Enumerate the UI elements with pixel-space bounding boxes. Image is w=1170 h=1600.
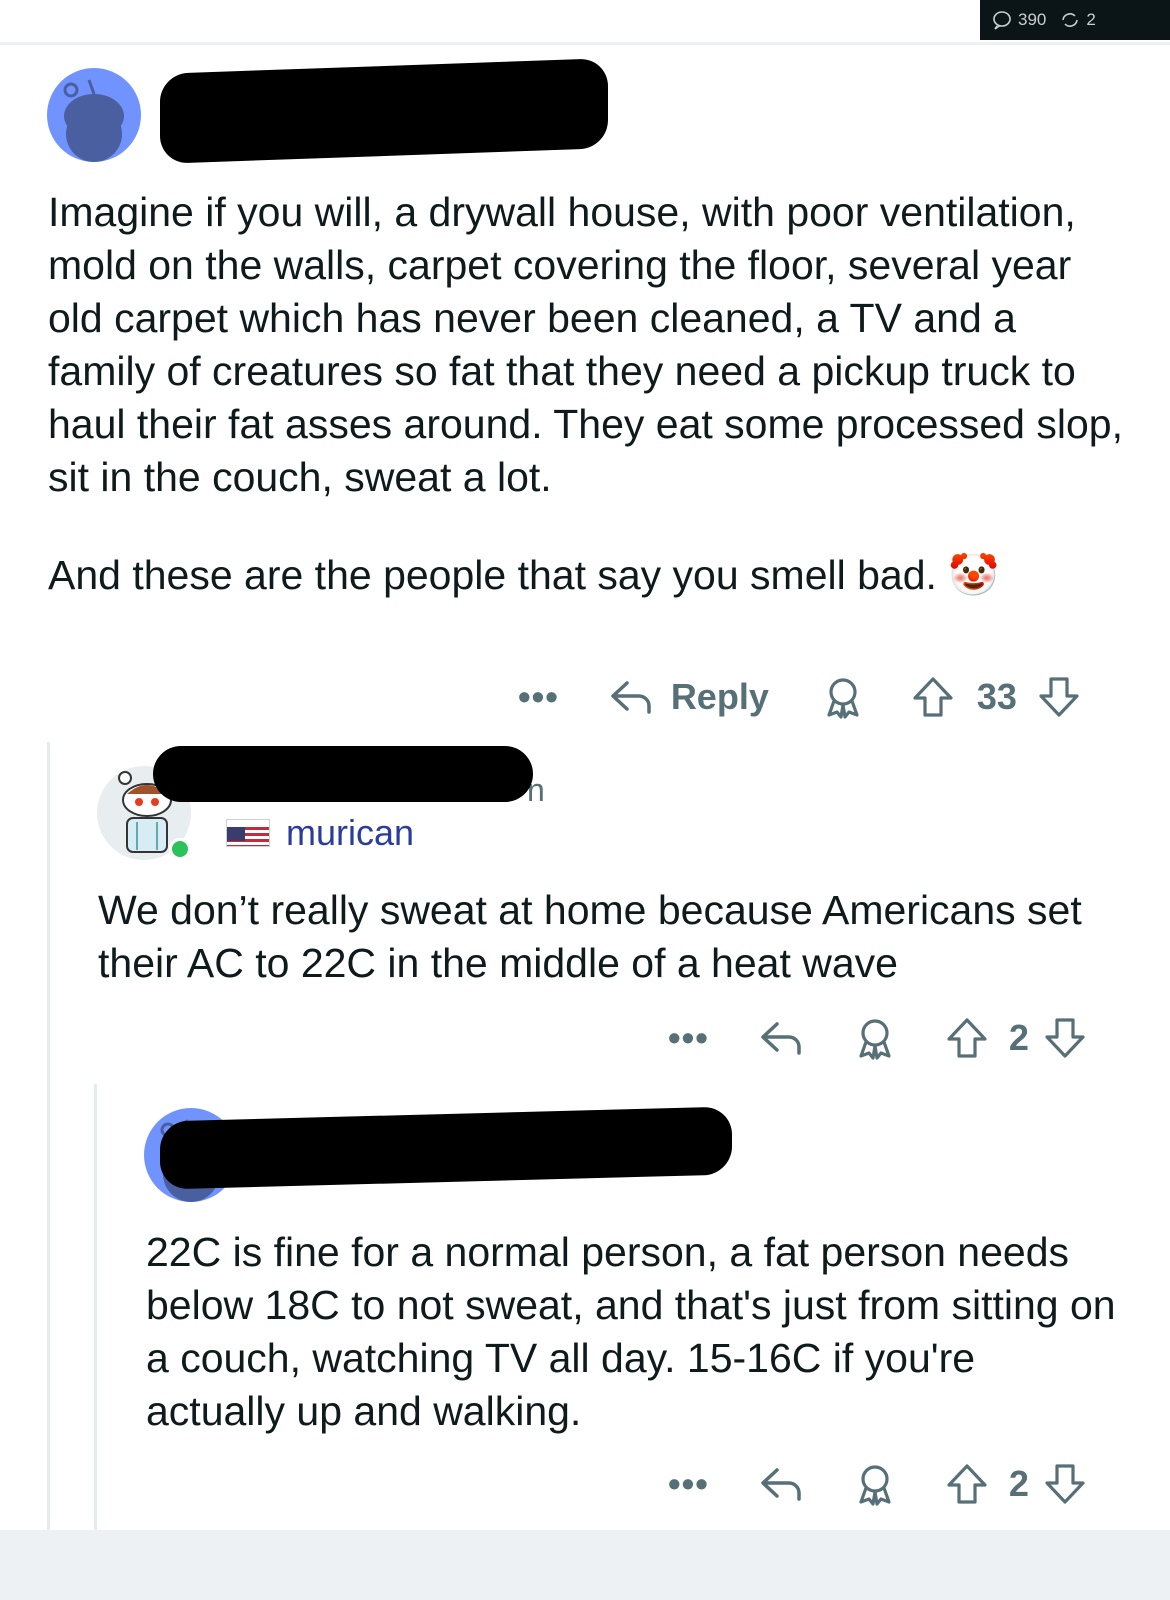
status-overlay: 390 2: [980, 0, 1170, 40]
snoo-avatar-icon: [63, 79, 124, 162]
more-button[interactable]: •••: [668, 1020, 709, 1056]
downvote-icon: [1039, 677, 1079, 717]
downvote-button[interactable]: [1043, 1016, 1087, 1060]
upvote-icon: [947, 1464, 987, 1504]
reply-icon: [761, 1022, 801, 1055]
downvote-icon: [1045, 1018, 1085, 1058]
award-button[interactable]: [853, 1016, 897, 1060]
downvote-button[interactable]: [1037, 675, 1081, 719]
redaction: [153, 746, 533, 802]
score: 2: [1008, 1017, 1029, 1058]
score: 2: [1008, 1463, 1029, 1504]
upvote-button[interactable]: [945, 1462, 989, 1506]
comment-actions: ••• 2: [668, 1012, 1087, 1064]
comment-count-stat: 390: [992, 10, 1046, 30]
us-flag-icon: [226, 819, 270, 847]
online-indicator: [169, 838, 191, 860]
thread-line: [47, 742, 50, 1530]
reply-icon: [761, 1468, 801, 1501]
share-icon: [1062, 13, 1079, 27]
avatar[interactable]: [47, 68, 141, 162]
comment-paragraph: Imagine if you will, a drywall house, wi…: [48, 189, 1123, 500]
flair-text: murican: [286, 812, 415, 853]
share-count-stat: 2: [1060, 10, 1096, 30]
reply-icon: [611, 681, 651, 714]
upvote-button[interactable]: [911, 675, 955, 719]
redaction: [160, 1106, 732, 1190]
comment-count: 390: [1018, 10, 1047, 29]
upvote-icon: [913, 677, 953, 717]
comment-body: 22C is fine for a normal person, a fat p…: [146, 1226, 1116, 1438]
award-button[interactable]: [821, 675, 865, 719]
downvote-button[interactable]: [1043, 1462, 1087, 1506]
comment-actions: ••• 2: [668, 1458, 1087, 1510]
share-count: 2: [1086, 10, 1096, 29]
comment-paragraph: And these are the people that say you sm…: [48, 552, 1000, 598]
comment-body: We don’t really sweat at home because Am…: [98, 884, 1128, 990]
comment-icon: [993, 11, 1011, 30]
user-flair: murican: [226, 812, 414, 854]
more-button[interactable]: •••: [668, 1466, 709, 1502]
comment-body: Imagine if you will, a drywall house, wi…: [48, 186, 1128, 602]
redaction: [160, 58, 608, 164]
score: 33: [976, 676, 1017, 717]
reply-button[interactable]: [759, 1464, 805, 1504]
comment-actions: ••• Reply 33: [518, 670, 1081, 724]
upvote-icon: [947, 1018, 987, 1058]
bottom-bar: [0, 1530, 1170, 1600]
comment-paragraph: We don’t really sweat at home because Am…: [98, 887, 1082, 986]
award-icon: [859, 1019, 891, 1060]
reply-label: Reply: [670, 676, 769, 717]
award-icon: [859, 1465, 891, 1506]
more-button[interactable]: •••: [518, 679, 559, 715]
comment-paragraph: 22C is fine for a normal person, a fat p…: [146, 1229, 1116, 1434]
reply-button[interactable]: [759, 1018, 805, 1058]
award-icon: [827, 678, 859, 719]
reply-button[interactable]: Reply: [609, 676, 769, 718]
thread-line: [94, 1084, 97, 1530]
upvote-button[interactable]: [945, 1016, 989, 1060]
award-button[interactable]: [853, 1462, 897, 1506]
downvote-icon: [1045, 1464, 1085, 1504]
